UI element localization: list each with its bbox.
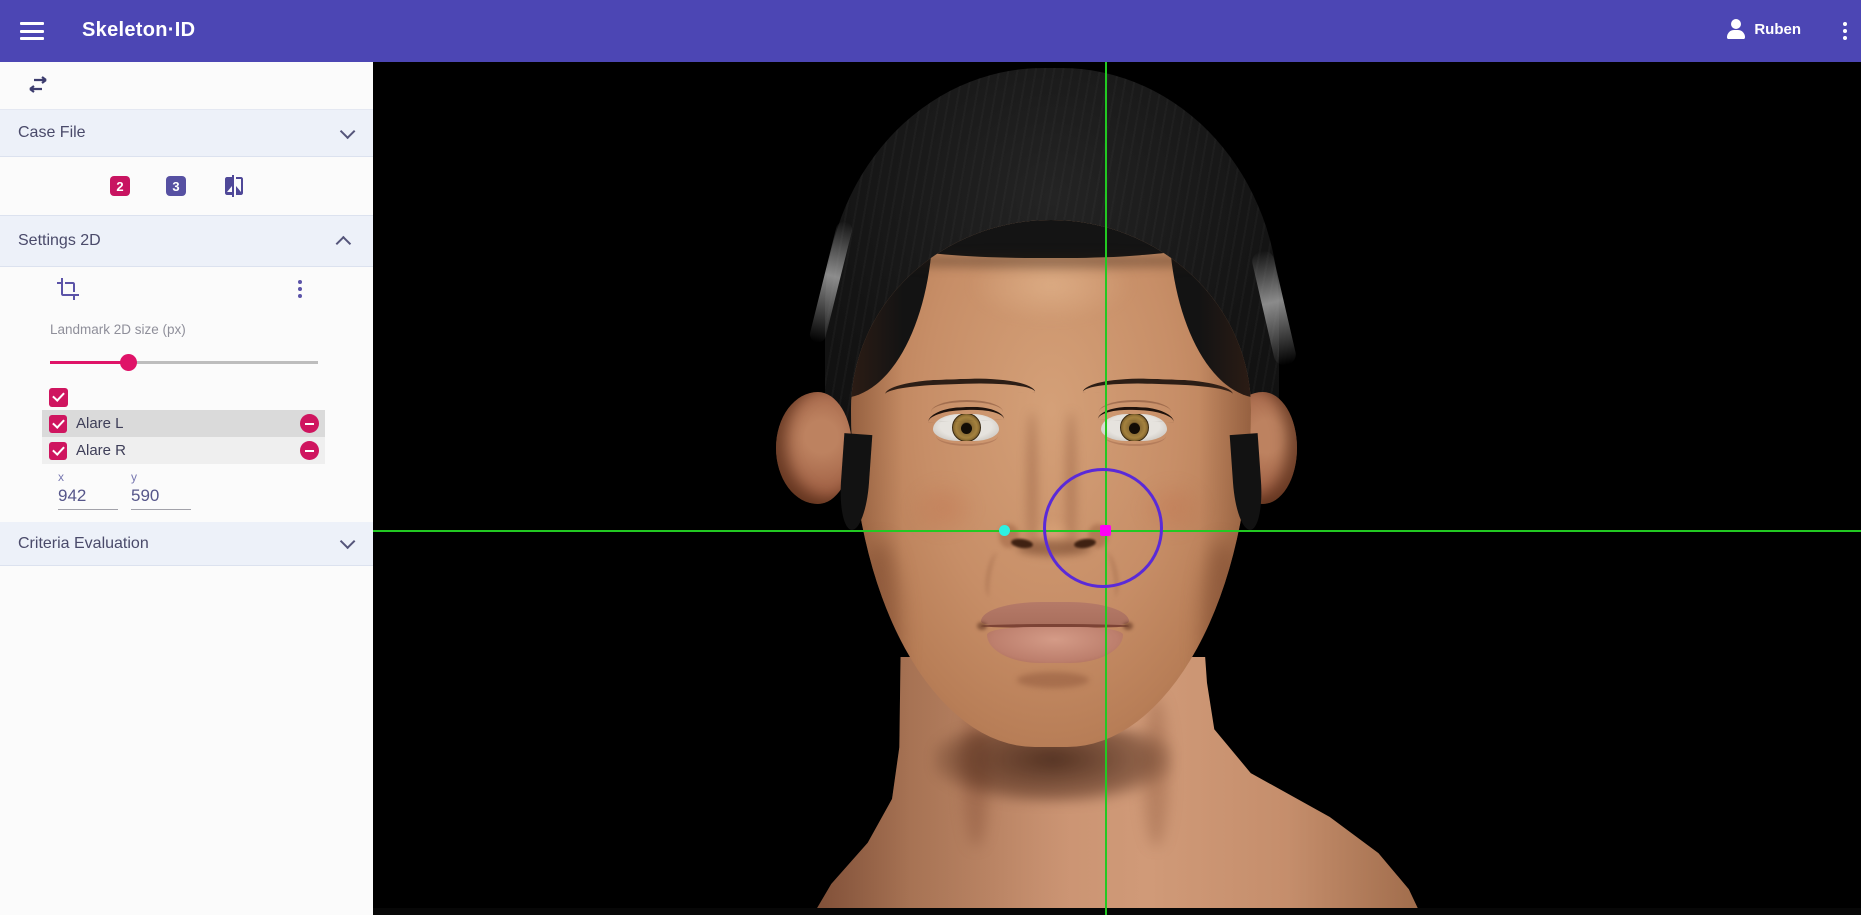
alare-r-label: Alare R	[76, 442, 291, 459]
left-sidebar: Case File 2 3 Settings 2D Landmark 2D si…	[0, 62, 373, 915]
hamburger-menu-icon[interactable]	[20, 22, 44, 40]
section-settings-2d-label: Settings 2D	[18, 232, 101, 250]
alare-r-checkbox[interactable]	[49, 442, 67, 460]
alare-l-label: Alare L	[76, 415, 291, 432]
user-menu[interactable]: Ruben	[1726, 18, 1801, 40]
app-title: Skeleton·ID	[82, 19, 195, 42]
crop-icon[interactable]	[56, 277, 80, 301]
alare-l-checkbox[interactable]	[49, 415, 67, 433]
section-case-file[interactable]: Case File	[0, 110, 373, 157]
active-landmark-point[interactable]	[1100, 525, 1111, 536]
top-app-bar: Skeleton·ID Ruben	[0, 0, 1861, 62]
landmark-size-slider[interactable]	[50, 353, 318, 371]
view-mode-row: 2 3	[0, 157, 373, 215]
canvas-bottom-edge	[373, 908, 1861, 915]
settings-2d-panel: Landmark 2D size (px) Alare L Alare R x …	[0, 267, 373, 522]
badge-2d-view[interactable]: 2	[110, 176, 130, 196]
chevron-down-icon	[340, 123, 356, 139]
face-model-canvas[interactable]	[373, 62, 1861, 915]
x-coordinate-input[interactable]	[58, 486, 118, 510]
secondary-landmark-point[interactable]	[999, 525, 1010, 536]
slider-fill	[50, 361, 128, 364]
compare-views-icon[interactable]	[222, 173, 246, 199]
badge-3d-view[interactable]: 3	[166, 176, 186, 196]
select-all-checkbox[interactable]	[49, 388, 68, 407]
x-coordinate-field: x	[58, 470, 126, 510]
remove-alare-l-icon[interactable]	[300, 414, 319, 433]
overflow-menu-icon[interactable]	[1843, 22, 1847, 40]
section-settings-2d[interactable]: Settings 2D	[0, 215, 373, 267]
chevron-up-icon	[336, 235, 352, 251]
landmark-row-alare-r[interactable]: Alare R	[42, 437, 325, 464]
user-name: Ruben	[1754, 21, 1801, 38]
swap-arrows-icon[interactable]	[26, 75, 50, 97]
y-coordinate-field: y	[131, 470, 199, 510]
slider-handle[interactable]	[120, 354, 137, 371]
section-criteria-evaluation-label: Criteria Evaluation	[18, 535, 149, 553]
right-eye	[1101, 414, 1167, 441]
section-case-file-label: Case File	[18, 124, 86, 142]
y-coordinate-label: y	[131, 470, 199, 484]
mouth	[979, 602, 1131, 668]
landmark-size-label: Landmark 2D size (px)	[50, 322, 186, 337]
x-coordinate-label: x	[58, 470, 126, 484]
remove-alare-r-icon[interactable]	[300, 441, 319, 460]
landmark-row-alare-l[interactable]: Alare L	[42, 410, 325, 437]
left-eye	[933, 414, 999, 441]
settings-overflow-menu-icon[interactable]	[298, 280, 302, 298]
left-eyebrow	[885, 376, 1035, 397]
y-coordinate-input[interactable]	[131, 486, 191, 510]
section-criteria-evaluation[interactable]: Criteria Evaluation	[0, 522, 373, 566]
chevron-down-icon	[340, 534, 356, 550]
sidebar-toolbar	[0, 62, 373, 110]
user-avatar-icon	[1726, 18, 1746, 40]
